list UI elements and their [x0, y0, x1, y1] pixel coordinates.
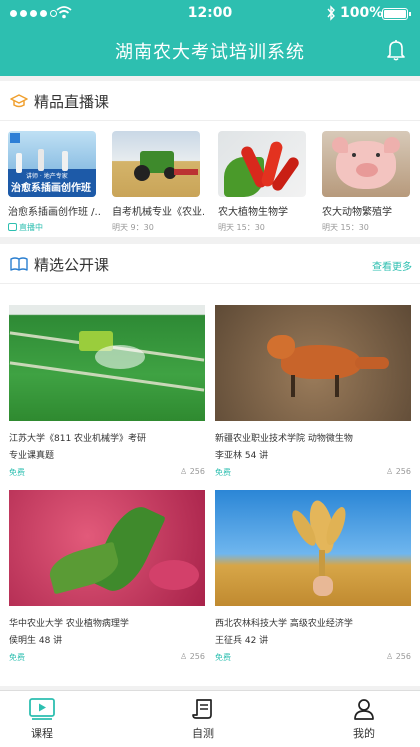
- course-thumbnail: [9, 490, 205, 606]
- person-icon: ♙: [180, 467, 188, 476]
- tab-mine[interactable]: 我的: [324, 697, 404, 741]
- banner-text: 治愈系插画创作班: [11, 183, 91, 194]
- course-time: 明天 15：30: [322, 223, 369, 232]
- public-course-card[interactable]: 华中农业大学 农业植物病理学 侯明生 48 讲 免费 ♙ 256: [9, 490, 205, 662]
- tab-label: 我的: [353, 727, 375, 740]
- tab-self-test[interactable]: 自测: [163, 697, 243, 741]
- public-course-card[interactable]: 西北农林科技大学 高级农业经济学 王征兵 42 讲 免费 ♙ 256: [215, 490, 411, 662]
- bottom-tab-bar: 课程 自测 我的: [0, 690, 420, 747]
- live-section-header: 精品直播课: [0, 81, 420, 121]
- course-thumbnail: [215, 305, 411, 421]
- course-time: 明天 15：30: [218, 223, 265, 232]
- course-status: 直播中: [8, 222, 100, 233]
- course-name: 农大植物生物学: [218, 207, 288, 218]
- person-icon: ♙: [386, 652, 394, 661]
- battery-icon: [382, 8, 411, 20]
- graduation-cap-icon: [10, 94, 28, 108]
- price-label: 免费: [9, 468, 25, 477]
- course-subtitle: 王征兵 42 讲: [215, 636, 269, 646]
- price-label: 免费: [215, 468, 231, 477]
- course-thumbnail: [112, 131, 200, 197]
- app-title: 湖南农大考试培训系统: [115, 42, 305, 63]
- course-title: 西北农林科技大学 高级农业经济学: [215, 619, 353, 629]
- view-count: ♙ 256: [386, 467, 411, 476]
- open-book-icon: [10, 257, 28, 271]
- course-time: 明天 9：30: [112, 223, 154, 232]
- course-title: 江苏大学《811 农业机械学》考研: [9, 434, 147, 444]
- course-thumbnail: [9, 305, 205, 421]
- app-header: 12:00 100% 湖南农大考试培训系统: [0, 0, 420, 76]
- course-name: 自考机械专业《农业...: [112, 207, 204, 218]
- live-badge-icon: [8, 223, 17, 231]
- public-course-card[interactable]: 江苏大学《811 农业机械学》考研 专业课真题 免费 ♙ 256: [9, 305, 205, 477]
- live-course-card[interactable]: 农大动物繁殖学 明天 15：30: [322, 131, 414, 233]
- live-course-card[interactable]: 自考机械专业《农业... 明天 9：30: [112, 131, 204, 233]
- tab-label: 自测: [192, 727, 214, 740]
- battery-percent: 100%: [340, 5, 384, 21]
- view-count: ♙ 256: [180, 467, 205, 476]
- live-section-title: 精品直播课: [34, 93, 110, 111]
- tab-label: 课程: [31, 727, 53, 740]
- price-label: 免费: [215, 653, 231, 662]
- public-section: 精选公开课 查看更多 江苏大学《811 农业机械学》考研 专业课真题 免费 ♙ …: [0, 244, 420, 686]
- course-name: 治愈系插画创作班 /...: [8, 207, 100, 218]
- scroll-icon: [192, 699, 212, 719]
- course-subtitle: 李亚林 54 讲: [215, 451, 269, 461]
- status-bar: 12:00 100%: [0, 0, 420, 28]
- course-subtitle: 侯明生 48 讲: [9, 636, 63, 646]
- course-thumbnail: [322, 131, 410, 197]
- course-thumbnail: [218, 131, 306, 197]
- bluetooth-icon: [327, 5, 335, 21]
- view-count: ♙ 256: [180, 652, 205, 661]
- bell-icon[interactable]: [386, 39, 406, 61]
- course-thumbnail: [215, 490, 411, 606]
- public-course-card[interactable]: 新疆农业职业技术学院 动物微生物 李亚林 54 讲 免费 ♙ 256: [215, 305, 411, 477]
- course-subtitle: 专业课真题: [9, 451, 55, 461]
- public-section-title: 精选公开课: [34, 256, 110, 274]
- person-icon: ♙: [180, 652, 188, 661]
- user-icon: [354, 699, 374, 720]
- course-title: 华中农业大学 农业植物病理学: [9, 619, 129, 629]
- course-name: 农大动物繁殖学: [322, 207, 392, 218]
- price-label: 免费: [9, 653, 25, 662]
- tab-courses[interactable]: 课程: [2, 697, 82, 741]
- live-course-card[interactable]: 农大植物生物学 明天 15：30: [218, 131, 310, 233]
- see-more-link[interactable]: 查看更多: [372, 258, 412, 273]
- course-thumbnail: 讲师 · 地产专家 治愈系插画创作班: [8, 131, 96, 197]
- video-play-icon: [29, 698, 55, 720]
- course-title: 新疆农业职业技术学院 动物微生物: [215, 434, 353, 444]
- live-course-card[interactable]: 讲师 · 地产专家 治愈系插画创作班 治愈系插画创作班 /... 直播中: [8, 131, 100, 233]
- live-section: 精品直播课 讲师 · 地产专家 治愈系插画创作班 治愈系插画创作班 /... 直…: [0, 81, 420, 237]
- public-section-header: 精选公开课 查看更多: [0, 244, 420, 284]
- view-count: ♙ 256: [386, 652, 411, 661]
- person-icon: ♙: [386, 467, 394, 476]
